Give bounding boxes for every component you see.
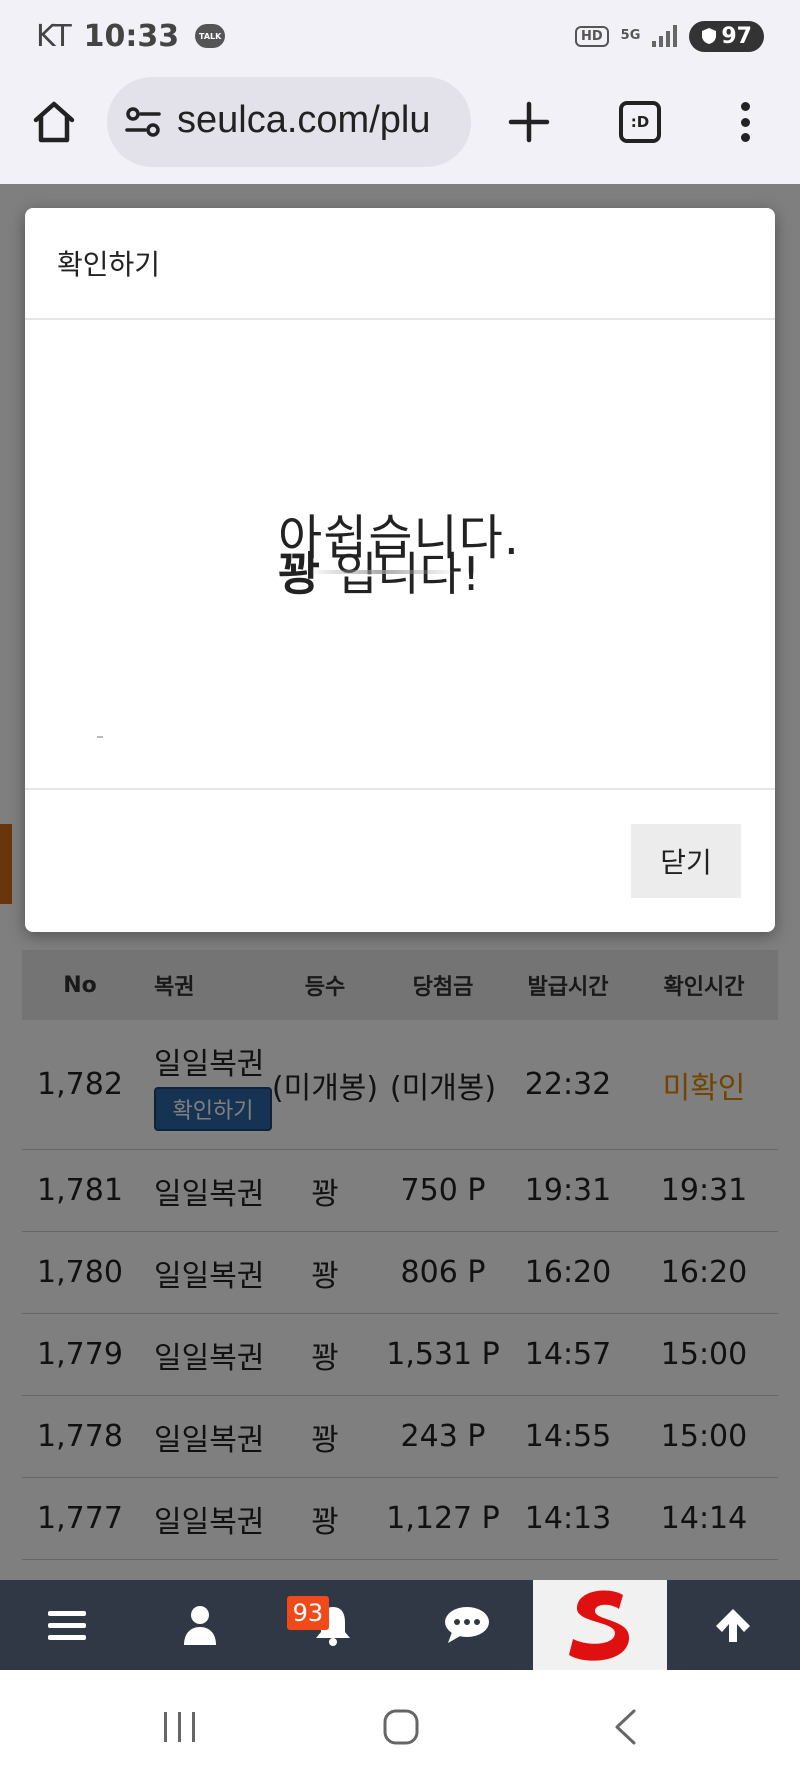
arrow-up-icon — [716, 1609, 751, 1642]
battery-level: 97 — [721, 23, 752, 49]
nav-menu[interactable] — [0, 1580, 133, 1670]
menu-icon — [47, 1611, 86, 1640]
chat-icon — [444, 1607, 489, 1643]
more-menu-icon[interactable] — [730, 98, 760, 146]
chat-notification-icon: TALK — [195, 24, 226, 48]
tab-switcher-label: :D — [630, 113, 650, 131]
shield-icon — [702, 28, 717, 44]
scratch-result: 아쉽습니다. 꽝 입니다! — [278, 498, 558, 601]
home-icon[interactable] — [30, 98, 78, 146]
modal-body: 아쉽습니다. 꽝 입니다! — [25, 320, 775, 790]
nav-chat[interactable] — [400, 1580, 533, 1670]
modal-header: 확인하기 — [25, 208, 775, 320]
nav-notifications[interactable]: 93 — [267, 1580, 400, 1670]
url-text: seulca.com/plu — [177, 99, 431, 141]
logo-s-icon — [568, 1590, 630, 1661]
battery-indicator: 97 — [689, 20, 764, 52]
status-bar: KT 10:33 TALK HD 5G 97 — [0, 0, 800, 72]
scratch-mark — [308, 570, 458, 574]
modal-footer: 닫기 — [25, 790, 775, 930]
nav-site-logo[interactable] — [533, 1580, 667, 1670]
nav-scroll-top[interactable] — [667, 1580, 800, 1670]
network-5g-icon: 5G — [620, 28, 641, 43]
system-nav-bar — [0, 1670, 800, 1778]
new-tab-icon[interactable] — [505, 98, 553, 146]
notification-badge: 93 — [286, 1596, 330, 1630]
address-bar[interactable]: seulca.com/plu — [107, 77, 471, 167]
clock: 10:33 — [83, 18, 180, 54]
result-rank-text: 꽝 — [278, 547, 321, 601]
bottom-nav: 93 — [0, 1580, 800, 1670]
home-nav-icon[interactable] — [382, 1708, 420, 1746]
site-settings-icon[interactable] — [125, 105, 161, 139]
signal-icon — [652, 25, 678, 47]
nav-user[interactable] — [133, 1580, 266, 1670]
browser-toolbar: seulca.com/plu :D — [0, 72, 800, 184]
modal-title: 확인하기 — [57, 248, 161, 281]
result-rest-text: 입니다! — [320, 547, 481, 601]
user-icon — [183, 1606, 216, 1645]
recent-apps-icon[interactable] — [162, 1710, 198, 1744]
back-icon[interactable] — [612, 1708, 638, 1746]
tab-switcher-button[interactable]: :D — [619, 101, 661, 143]
hd-voice-icon: HD — [574, 25, 609, 47]
confirm-modal: 확인하기 아쉽습니다. 꽝 입니다! 닫기 — [25, 208, 775, 932]
close-button[interactable]: 닫기 — [631, 824, 741, 898]
carrier-label: KT — [36, 18, 72, 54]
